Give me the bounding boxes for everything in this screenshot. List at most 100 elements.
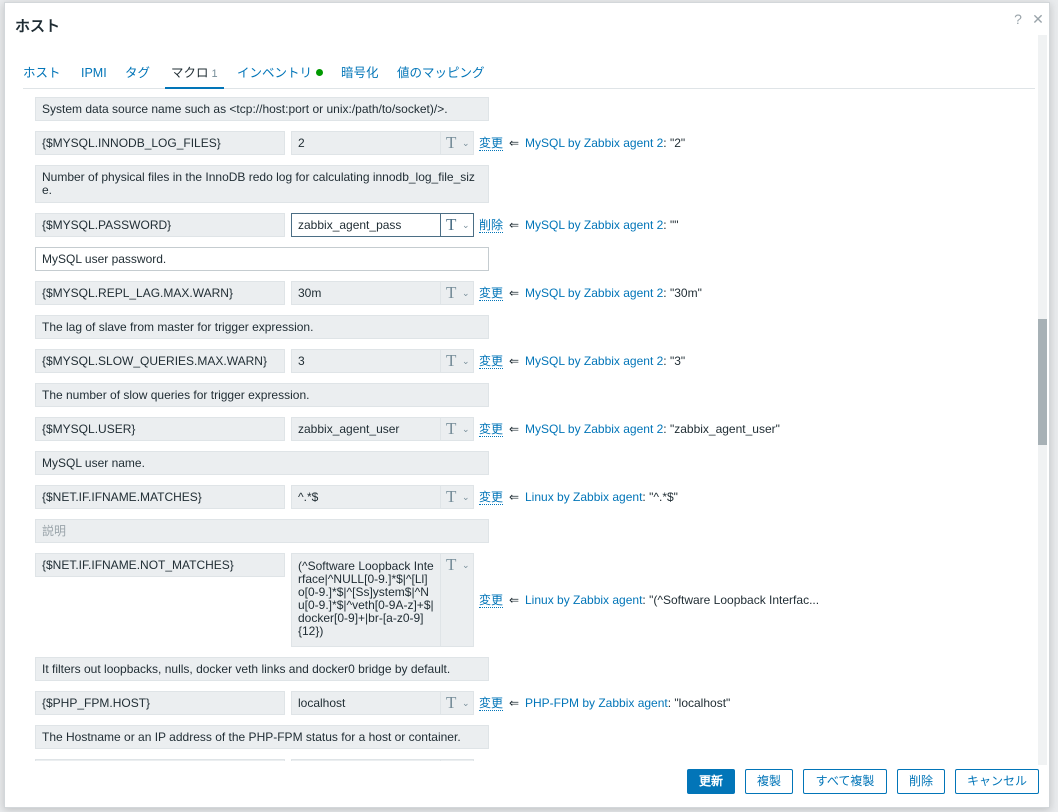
- text-type-icon: T: [446, 487, 457, 506]
- inherit-arrow-icon: ⇐: [509, 490, 520, 504]
- macro-value-field[interactable]: ^.*$: [291, 485, 441, 509]
- tab-label: ホスト: [23, 66, 61, 80]
- macro-description-field[interactable]: The number of slow queries for trigger e…: [35, 383, 489, 407]
- scrollbar-thumb[interactable]: [1038, 319, 1047, 445]
- tab-tags[interactable]: タグ: [125, 63, 150, 89]
- macro-description-field[interactable]: 説明: [35, 519, 489, 543]
- value-type-select[interactable]: T ⌄: [440, 349, 474, 373]
- macro-description-field[interactable]: MySQL user password.: [35, 247, 489, 271]
- template-link[interactable]: MySQL by Zabbix agent 2: [525, 422, 663, 436]
- change-button[interactable]: 変更: [479, 285, 504, 301]
- tab-macros[interactable]: マクロ 1: [165, 63, 224, 89]
- macro-name-field[interactable]: {$NET.IF.IFNAME.MATCHES}: [35, 485, 285, 509]
- dialog-footer: 更新 複製 すべて複製 削除 キャンセル: [5, 761, 1049, 807]
- template-link[interactable]: Linux by Zabbix agent: [525, 490, 642, 504]
- inherited-value-text: : "^.*$": [642, 490, 678, 504]
- macro-value-field[interactable]: zabbix_agent_user: [291, 417, 441, 441]
- change-button[interactable]: 変更: [479, 695, 504, 711]
- template-link[interactable]: MySQL by Zabbix agent 2: [525, 354, 663, 368]
- change-button[interactable]: 変更: [479, 135, 504, 151]
- macro-description-field[interactable]: It filters out loopbacks, nulls, docker …: [35, 657, 489, 681]
- template-link[interactable]: MySQL by Zabbix agent 2: [525, 286, 663, 300]
- delete-button[interactable]: 削除: [897, 769, 945, 794]
- value-type-select[interactable]: T ⌄: [440, 485, 474, 509]
- full-clone-button[interactable]: すべて複製: [803, 769, 887, 794]
- inherited-value-text: : "localhost": [667, 696, 731, 710]
- change-button[interactable]: 変更: [479, 353, 504, 369]
- macro-name-field[interactable]: {$MYSQL.SLOW_QUERIES.MAX.WARN}: [35, 349, 285, 373]
- inherit-arrow-icon: ⇐: [509, 218, 520, 232]
- change-button[interactable]: 変更: [479, 592, 504, 608]
- chevron-down-icon: ⌄: [462, 698, 470, 708]
- chevron-down-icon: ⌄: [462, 424, 470, 434]
- inherited-value: MySQL by Zabbix agent 2: "zabbix_agent_u…: [525, 421, 780, 437]
- tab-label: 値のマッピング: [397, 66, 485, 80]
- chevron-down-icon: ⌄: [462, 138, 470, 148]
- macro-value-field[interactable]: 3: [291, 349, 441, 373]
- tab-value-mapping[interactable]: 値のマッピング: [397, 63, 485, 89]
- tab-label: マクロ: [171, 66, 209, 80]
- macro-name-field[interactable]: {$MYSQL.PASSWORD}: [35, 213, 285, 237]
- inherit-arrow-icon: ⇐: [509, 422, 520, 436]
- macro-value-field[interactable]: localhost: [291, 691, 441, 715]
- macro-description-field[interactable]: Number of physical files in the InnoDB r…: [35, 165, 489, 203]
- chevron-down-icon: ⌄: [462, 288, 470, 298]
- value-type-select[interactable]: T ⌄: [440, 131, 474, 155]
- chevron-down-icon: ⌄: [462, 356, 470, 366]
- host-dialog: ホスト ? ✕ ホスト IPMI タグ マクロ 1 インベントリ 暗号化 値のマッ…: [4, 2, 1050, 808]
- macro-description-field[interactable]: The Hostname or an IP address of the PHP…: [35, 725, 489, 749]
- macro-value-field[interactable]: zabbix_agent_pass: [291, 213, 441, 237]
- template-link[interactable]: MySQL by Zabbix agent 2: [525, 136, 663, 150]
- inherit-arrow-icon: ⇐: [509, 593, 520, 607]
- macro-value-field[interactable]: 30m: [291, 281, 441, 305]
- inherited-value: MySQL by Zabbix agent 2: "": [525, 217, 678, 233]
- inherited-value: MySQL by Zabbix agent 2: "30m": [525, 285, 702, 301]
- dialog-title: ホスト: [15, 18, 61, 35]
- value-type-select[interactable]: T ⌄: [440, 691, 474, 715]
- change-button[interactable]: 変更: [479, 489, 504, 505]
- macro-name-field[interactable]: {$MYSQL.INNODB_LOG_FILES}: [35, 131, 285, 155]
- inherited-value-text: : "30m": [663, 286, 702, 300]
- inherited-value-text: : "": [663, 218, 679, 232]
- macro-name-field[interactable]: {$MYSQL.USER}: [35, 417, 285, 441]
- macro-name-field[interactable]: {$NET.IF.IFNAME.NOT_MATCHES}: [35, 553, 285, 577]
- value-type-select[interactable]: T ⌄: [440, 281, 474, 305]
- template-link[interactable]: MySQL by Zabbix agent 2: [525, 218, 663, 232]
- update-button[interactable]: 更新: [687, 769, 735, 794]
- close-icon[interactable]: ✕: [1030, 11, 1046, 27]
- macro-description-field[interactable]: System data source name such as <tcp://h…: [35, 97, 489, 121]
- tab-encryption[interactable]: 暗号化: [341, 63, 379, 89]
- tab-label: タグ: [125, 66, 151, 80]
- text-type-icon: T: [446, 555, 457, 574]
- template-link[interactable]: Linux by Zabbix agent: [525, 593, 642, 607]
- text-type-icon: T: [446, 133, 457, 152]
- macro-description-field[interactable]: The lag of slave from master for trigger…: [35, 315, 489, 339]
- tab-label: 暗号化: [341, 66, 379, 80]
- inherited-value: MySQL by Zabbix agent 2: "3": [525, 353, 685, 369]
- inherited-value-text: : "zabbix_agent_user": [663, 422, 780, 436]
- value-type-select[interactable]: T ⌄: [440, 213, 474, 237]
- inherit-arrow-icon: ⇐: [509, 286, 520, 300]
- value-type-select[interactable]: T ⌄: [440, 553, 474, 647]
- cancel-button[interactable]: キャンセル: [955, 769, 1039, 794]
- macro-value-field[interactable]: (^Software Loopback Interface|^NULL[0-9.…: [291, 553, 441, 647]
- scrollbar[interactable]: [1038, 35, 1047, 765]
- value-type-select[interactable]: T ⌄: [440, 417, 474, 441]
- clone-button[interactable]: 複製: [745, 769, 793, 794]
- chevron-down-icon: ⌄: [462, 220, 470, 230]
- macro-value-field[interactable]: 2: [291, 131, 441, 155]
- tab-ipmi[interactable]: IPMI: [81, 63, 107, 89]
- inherit-arrow-icon: ⇐: [509, 354, 520, 368]
- macro-description-field[interactable]: MySQL user name.: [35, 451, 489, 475]
- inherited-value-text: : "3": [663, 354, 686, 368]
- tab-inventory[interactable]: インベントリ: [237, 63, 324, 89]
- tab-bar: ホスト IPMI タグ マクロ 1 インベントリ 暗号化 値のマッピング: [23, 61, 1035, 89]
- template-link[interactable]: PHP-FPM by Zabbix agent: [525, 696, 668, 710]
- help-icon[interactable]: ?: [1010, 11, 1026, 27]
- remove-button[interactable]: 削除: [479, 217, 504, 233]
- macro-name-field[interactable]: {$MYSQL.REPL_LAG.MAX.WARN}: [35, 281, 285, 305]
- inherited-value-text: : "(^Software Loopback Interfac...: [642, 593, 820, 607]
- tab-host[interactable]: ホスト: [23, 63, 61, 89]
- change-button[interactable]: 変更: [479, 421, 504, 437]
- macro-name-field[interactable]: {$PHP_FPM.HOST}: [35, 691, 285, 715]
